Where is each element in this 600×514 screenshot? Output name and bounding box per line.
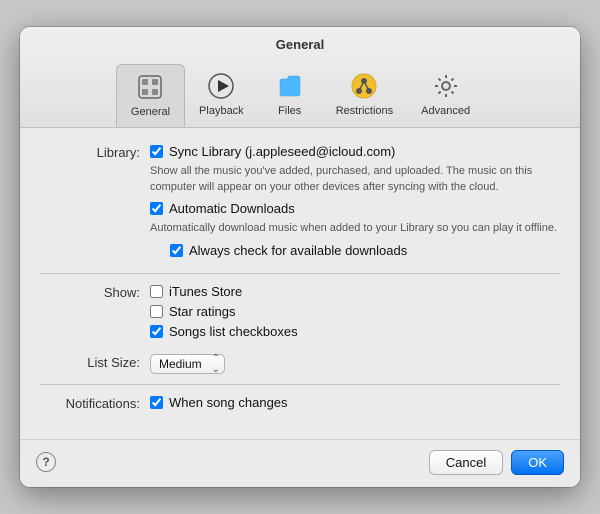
restrictions-icon: [348, 70, 380, 102]
separator-2: [40, 384, 560, 385]
advanced-icon: [430, 70, 462, 102]
show-row: Show: iTunes Store Star ratings Songs li…: [40, 284, 560, 344]
notifications-section: Notifications: When song changes: [40, 395, 560, 415]
itunes-store-label: iTunes Store: [169, 284, 242, 299]
tab-advanced-label: Advanced: [421, 105, 470, 117]
auto-downloads-row: Automatic Downloads: [150, 201, 560, 216]
ok-button[interactable]: OK: [511, 450, 564, 475]
always-check-label: Always check for available downloads: [189, 243, 407, 258]
library-label: Library:: [40, 144, 150, 160]
cancel-button[interactable]: Cancel: [429, 450, 503, 475]
sync-library-label: Sync Library (j.appleseed@icloud.com): [169, 144, 395, 159]
library-content: Sync Library (j.appleseed@icloud.com) Sh…: [150, 144, 560, 262]
list-size-row: List Size: Small Medium Large ⌃⌄: [40, 354, 560, 374]
tab-general-label: General: [131, 106, 170, 118]
itunes-store-row: iTunes Store: [150, 284, 560, 299]
song-changes-label: When song changes: [169, 395, 288, 410]
show-content: iTunes Store Star ratings Songs list che…: [150, 284, 560, 344]
star-ratings-label: Star ratings: [169, 304, 235, 319]
playback-icon: [205, 70, 237, 102]
tab-restrictions-label: Restrictions: [336, 105, 393, 117]
star-ratings-row: Star ratings: [150, 304, 560, 319]
song-changes-row: When song changes: [150, 395, 560, 410]
sync-library-checkbox[interactable]: [150, 145, 163, 158]
titlebar: General General: [20, 27, 580, 128]
itunes-store-checkbox[interactable]: [150, 285, 163, 298]
songs-list-label: Songs list checkboxes: [169, 324, 298, 339]
general-icon: [134, 71, 166, 103]
library-section: Library: Sync Library (j.appleseed@iclou…: [40, 144, 560, 262]
tab-playback[interactable]: Playback: [185, 64, 258, 127]
library-row: Library: Sync Library (j.appleseed@iclou…: [40, 144, 560, 262]
window-title: General: [20, 37, 580, 52]
footer: ? Cancel OK: [20, 439, 580, 487]
tab-files[interactable]: Files: [258, 64, 322, 127]
list-size-select-wrapper: Small Medium Large ⌃⌄: [150, 354, 225, 374]
list-size-content: Small Medium Large ⌃⌄: [150, 354, 560, 374]
sync-library-row: Sync Library (j.appleseed@icloud.com): [150, 144, 560, 159]
content-area: Library: Sync Library (j.appleseed@iclou…: [20, 128, 580, 438]
auto-downloads-checkbox[interactable]: [150, 202, 163, 215]
songs-list-checkbox[interactable]: [150, 325, 163, 338]
tab-files-label: Files: [278, 105, 301, 117]
notifications-content: When song changes: [150, 395, 560, 415]
toolbar: General Playback File: [20, 60, 580, 127]
sync-library-description: Show all the music you've added, purchas…: [150, 164, 560, 195]
auto-downloads-label: Automatic Downloads: [169, 201, 295, 216]
files-icon: [274, 70, 306, 102]
notifications-row: Notifications: When song changes: [40, 395, 560, 415]
show-label: Show:: [40, 284, 150, 300]
star-ratings-checkbox[interactable]: [150, 305, 163, 318]
list-size-section: List Size: Small Medium Large ⌃⌄: [40, 354, 560, 374]
tab-playback-label: Playback: [199, 105, 244, 117]
preferences-window: General General: [20, 27, 580, 486]
songs-list-row: Songs list checkboxes: [150, 324, 560, 339]
auto-downloads-description: Automatically download music when added …: [150, 221, 560, 236]
song-changes-checkbox[interactable]: [150, 396, 163, 409]
tab-general[interactable]: General: [116, 64, 185, 127]
list-size-label: List Size:: [40, 354, 150, 370]
tab-restrictions[interactable]: Restrictions: [322, 64, 407, 127]
always-check-checkbox[interactable]: [170, 244, 183, 257]
list-size-select[interactable]: Small Medium Large: [150, 354, 225, 374]
always-check-row: Always check for available downloads: [170, 243, 560, 258]
tab-advanced[interactable]: Advanced: [407, 64, 484, 127]
help-button[interactable]: ?: [36, 452, 56, 472]
separator-1: [40, 273, 560, 274]
notifications-label: Notifications:: [40, 395, 150, 411]
footer-buttons: Cancel OK: [429, 450, 564, 475]
show-section: Show: iTunes Store Star ratings Songs li…: [40, 284, 560, 344]
